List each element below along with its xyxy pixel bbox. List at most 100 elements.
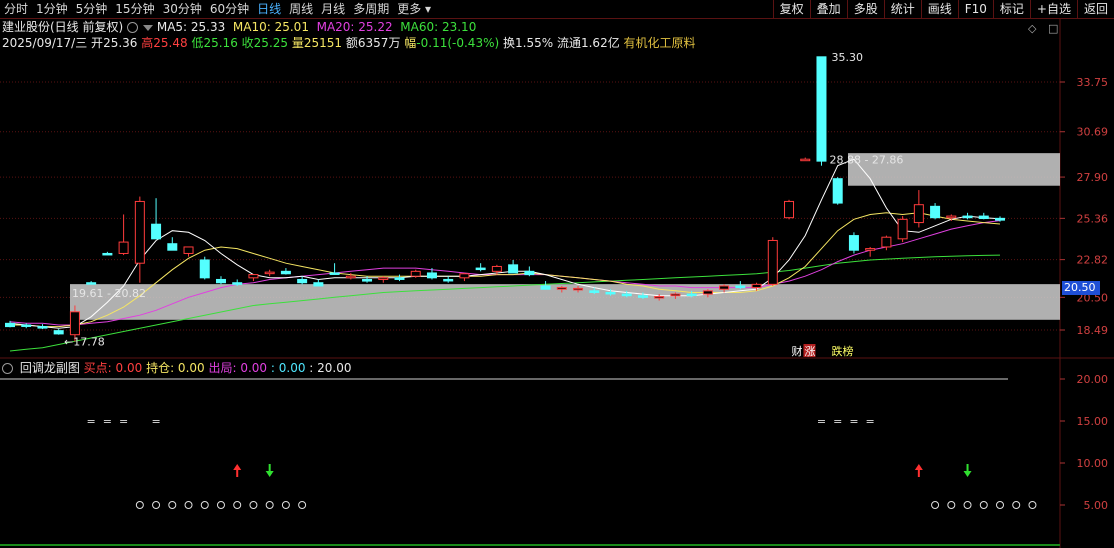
candle-body-4	[69, 311, 80, 336]
signal-circle-0-8	[265, 501, 274, 509]
signal-circle-0-6	[233, 501, 242, 509]
candle-body-16	[264, 271, 275, 275]
chart-canvas[interactable]: 18.49 20.50 22.82 25.36 27.90 30.69 33.75 35.30…	[0, 0, 1114, 548]
signal-circle-0-7	[249, 501, 258, 509]
candle-body-51	[832, 178, 843, 204]
candle-body-27	[443, 278, 454, 282]
candle-body-38	[621, 293, 632, 297]
candle-body-59	[962, 215, 973, 219]
down-arrow-1	[265, 464, 274, 477]
candle-body-60	[978, 215, 989, 220]
candle-body-11	[183, 246, 194, 254]
signal-circle-1-6	[1028, 501, 1037, 509]
candle-body-24	[394, 277, 405, 280]
candle-body-2	[37, 326, 48, 329]
signal-circle-1-0	[931, 501, 940, 509]
candle-body-53	[865, 248, 876, 251]
candle-body-20	[329, 272, 340, 275]
sub-tick-label-1: 10.00	[1077, 457, 1109, 470]
signal-circle-0-10	[298, 501, 307, 509]
signal-circle-1-1	[947, 501, 956, 509]
signal-circle-0-1	[152, 501, 161, 509]
candle-body-23	[378, 277, 389, 280]
candle-body-28	[459, 273, 470, 279]
candle-body-10	[167, 243, 178, 251]
candle-body-36	[589, 290, 600, 293]
candle-body-6	[102, 252, 113, 256]
equals-marker-0-1: =	[103, 415, 112, 428]
candle-body-57	[930, 205, 941, 219]
candle-body-44	[719, 285, 730, 290]
candle-body-32	[524, 270, 535, 276]
sub-tick-label-0: 5.00	[1084, 499, 1109, 512]
candle-body-0	[5, 322, 15, 328]
equals-marker-1-2: =	[849, 415, 858, 428]
candle-body-48	[784, 200, 795, 219]
candle-body-31	[508, 264, 519, 274]
signal-circle-1-2	[963, 501, 972, 509]
candle-body-45	[735, 285, 746, 289]
candle-body-35	[573, 287, 584, 291]
y-tick-label-0: 18.49	[1077, 324, 1109, 337]
sub-tick-label-2: 15.00	[1077, 415, 1109, 428]
y-tick-label-4: 27.90	[1077, 171, 1109, 184]
candle-body-33	[540, 285, 551, 290]
candle-body-46	[751, 283, 762, 289]
signal-circle-0-4	[200, 501, 209, 509]
candle-body-22	[362, 278, 373, 282]
signal-circle-1-5	[1012, 501, 1021, 509]
signal-circle-0-5	[216, 501, 225, 509]
candle-body-42	[686, 293, 697, 297]
candle-body-58	[946, 215, 957, 219]
event-label-fin: 财	[791, 344, 802, 358]
annotation-zone-upper: 28.88 - 27.86	[829, 154, 903, 167]
equals-marker-1-0: =	[817, 415, 826, 428]
signal-circle-0-9	[281, 501, 290, 509]
signal-circle-0-3	[184, 501, 193, 509]
candle-body-29	[475, 267, 486, 271]
signal-circle-1-3	[979, 501, 988, 509]
candle-body-7	[118, 241, 129, 254]
candle-body-12	[199, 259, 210, 279]
candle-body-61	[995, 217, 1005, 221]
equals-marker-0-3: =	[151, 415, 160, 428]
down-arrow-3	[963, 464, 972, 477]
signal-circle-0-0	[135, 501, 144, 509]
candle-body-52	[848, 235, 859, 251]
candle-body-14	[232, 282, 243, 285]
event-label-rank: 跌榜	[831, 344, 853, 358]
candle-body-25	[410, 270, 421, 277]
candle-body-50	[816, 56, 827, 162]
annotation-zone-lower: 19.61 - 20.82	[72, 287, 146, 300]
candle-body-49	[800, 158, 811, 162]
annotation-low: ←17.78	[64, 336, 105, 349]
equals-marker-0-2: =	[119, 415, 128, 428]
candle-body-54	[881, 236, 892, 248]
candle-body-17	[280, 270, 291, 275]
signal-circle-1-4	[996, 501, 1004, 509]
candle-body-37	[605, 291, 616, 295]
candle-body-18	[297, 278, 308, 284]
equals-marker-1-3: =	[866, 415, 875, 428]
candle-body-1	[21, 324, 32, 327]
signal-circle-0-2	[168, 501, 177, 509]
price-tag: 20.50	[1062, 281, 1100, 295]
candle-body-3	[53, 330, 64, 335]
candle-body-34	[556, 287, 567, 290]
candle-body-21	[345, 275, 356, 279]
equals-marker-0-0: =	[87, 415, 96, 428]
y-tick-label-6: 33.75	[1077, 76, 1109, 89]
candle-body-43	[702, 290, 713, 295]
annotation-high: 35.30	[831, 51, 863, 64]
candle-body-5	[86, 282, 97, 285]
up-arrow-2	[914, 464, 923, 477]
candle-body-41	[670, 293, 681, 297]
candle-body-26	[426, 272, 437, 279]
candle-body-30	[491, 265, 502, 272]
up-arrow-0	[233, 464, 242, 477]
sub-tick-label-3: 20.00	[1077, 373, 1109, 386]
event-label-up: 涨	[804, 345, 815, 358]
candle-body-9	[151, 223, 162, 240]
equals-marker-1-1: =	[833, 415, 842, 428]
y-tick-label-2: 22.82	[1077, 254, 1109, 267]
